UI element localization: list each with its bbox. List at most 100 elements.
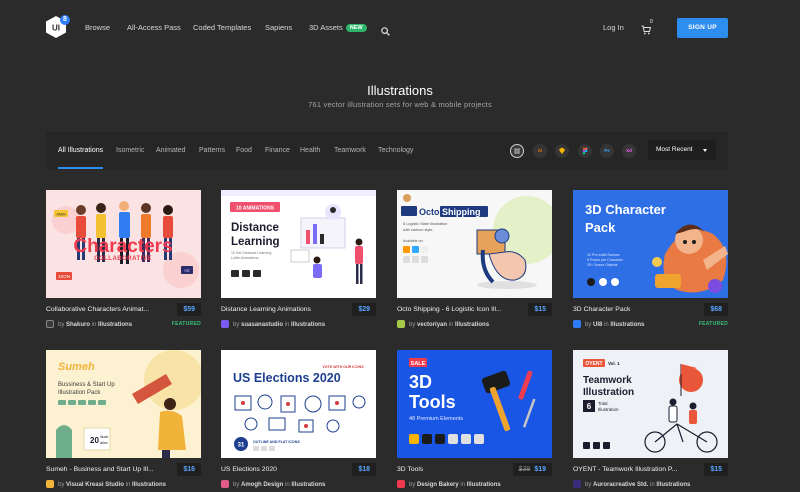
active-filter-indicator	[58, 167, 103, 169]
format-illustrator-icon[interactable]: Ai	[533, 144, 547, 158]
signup-button[interactable]: SIGN UP	[677, 18, 728, 38]
price-badge: $15	[528, 303, 552, 316]
product-card[interactable]: SALE 3D Tools 48 Premium Elements 3D Too…	[397, 350, 552, 490]
thumb-text: 6 Logistic State Illustration	[403, 222, 447, 226]
category-link[interactable]: Illustrations	[98, 322, 132, 328]
nav-coded-templates[interactable]: Coded Templates	[193, 23, 251, 32]
product-card[interactable]: Octo Shipping 6 Logistic State Illustrat…	[397, 190, 552, 330]
author-link[interactable]: Design Bakery	[417, 482, 459, 488]
author-link[interactable]: Auroracreative Std.	[593, 482, 648, 488]
nav-3d-assets-label: 3D Assets	[309, 23, 343, 32]
product-title[interactable]: 3D Tools	[397, 466, 517, 473]
product-thumbnail[interactable]: Octo Shipping 6 Logistic State Illustrat…	[397, 190, 552, 298]
format-photoshop-icon[interactable]: Ps	[600, 144, 614, 158]
chevron-down-icon	[703, 149, 707, 152]
product-thumbnail[interactable]: 3D Character Pack 10 Pre-build Scenes 9 …	[573, 190, 728, 298]
product-title[interactable]: 3D Character Pack	[573, 306, 693, 313]
avatar	[221, 320, 229, 328]
filter-isometric[interactable]: Isometric	[116, 147, 144, 154]
thumb-text: Octo	[419, 207, 440, 217]
author-link[interactable]: vectoriyan	[417, 322, 447, 328]
author-line: by UI8 in Illustrations	[573, 320, 644, 328]
avatar	[397, 480, 405, 488]
filter-patterns[interactable]: Patterns	[199, 147, 225, 154]
product-thumbnail[interactable]: Sumeh Bussiness & Start Up Illustration …	[46, 350, 201, 458]
page-title: Illustrations	[367, 83, 433, 98]
thumb-text: SALE	[411, 361, 426, 367]
thumb-text: Teamwork	[583, 375, 632, 386]
product-thumbnail[interactable]: US Elections 2020 VOTE WITH OUR ICONS 31…	[221, 350, 376, 458]
author-link[interactable]: UI8	[593, 322, 602, 328]
thumb-text: Available on:	[403, 239, 424, 243]
category-link[interactable]: Illustrations	[610, 322, 644, 328]
thumb-text: 9 Poses per Character	[587, 258, 624, 262]
product-title[interactable]: OYENT - Teamwork Illustration P...	[573, 466, 693, 473]
avatar	[46, 320, 54, 328]
author-link[interactable]: Shakuro	[66, 322, 90, 328]
original-price: $39	[518, 466, 531, 473]
featured-badge: FEATURED	[698, 321, 728, 327]
category-link[interactable]: Illustrations	[467, 482, 501, 488]
product-thumbnail[interactable]: Characters COLLABORATIVE JSON AE ANIM	[46, 190, 201, 298]
login-link[interactable]: Log In	[603, 23, 624, 32]
thumb-text: AE	[184, 268, 190, 273]
author-link[interactable]: Visual Kreasi Studio	[66, 482, 124, 488]
nav-all-access-pass[interactable]: All-Access Pass	[127, 23, 181, 32]
product-thumbnail[interactable]: SALE 3D Tools 48 Premium Elements	[397, 350, 552, 458]
thumb-text: Total	[598, 401, 608, 406]
product-thumbnail[interactable]: OYENT Vol. 1 Teamwork Illustration 6 Tot…	[573, 350, 728, 458]
category-link[interactable]: Illustrations	[291, 322, 325, 328]
category-link[interactable]: Illustrations	[455, 322, 489, 328]
price-badge: $68	[704, 303, 728, 316]
thumb-text: Illustration	[583, 387, 634, 398]
filter-technology[interactable]: Technology	[378, 147, 413, 154]
author-link[interactable]: Amogh Design	[241, 482, 283, 488]
product-card[interactable]: Characters COLLABORATIVE JSON AE ANIM Co…	[46, 190, 201, 330]
thumb-text: VOTE WITH OUR ICONS	[322, 365, 364, 369]
filter-finance[interactable]: Finance	[265, 147, 290, 154]
format-figma-icon[interactable]	[578, 144, 592, 158]
avatar	[46, 480, 54, 488]
author-link[interactable]: suasanastudio	[241, 322, 283, 328]
thumb-text: 48 Premium Elements	[409, 416, 463, 422]
product-thumbnail[interactable]: 10 ANIMATIONS Distance Learning 10 Set D…	[221, 190, 376, 298]
filter-food[interactable]: Food	[236, 147, 252, 154]
category-link[interactable]: Illustrations	[656, 482, 690, 488]
filter-health[interactable]: Health	[300, 147, 320, 154]
category-link[interactable]: Illustrations	[291, 482, 325, 488]
thumb-text: Illustration	[598, 407, 619, 412]
thumb-text: Learning	[231, 236, 280, 248]
nav-browse[interactable]: Browse	[85, 23, 110, 32]
sale-price: $19	[534, 466, 546, 473]
filter-teamwork[interactable]: Teamwork	[334, 147, 366, 154]
thumb-text: 3D Character	[585, 202, 666, 217]
nav-3d-assets[interactable]: 3D Assets NEW	[309, 23, 367, 32]
logo-text: UI	[52, 24, 60, 33]
product-title[interactable]: Octo Shipping - 6 Logistic Icon Ill...	[397, 306, 517, 313]
sort-dropdown[interactable]: Most Recent	[648, 140, 716, 160]
product-card[interactable]: 10 ANIMATIONS Distance Learning 10 Set D…	[221, 190, 376, 330]
product-title[interactable]: US Elections 2020	[221, 466, 341, 473]
thumb-text: Pack	[585, 220, 616, 235]
thumb-text: Sumeh	[58, 361, 95, 373]
product-title[interactable]: Collaborative Characters Animat...	[46, 306, 166, 313]
format-all-grid-icon[interactable]	[510, 144, 524, 158]
category-link[interactable]: Illustrations	[132, 482, 166, 488]
product-card[interactable]: Sumeh Bussiness & Start Up Illustration …	[46, 350, 201, 490]
ui8-logo[interactable]: UI 8	[46, 15, 70, 38]
thumb-text: COLLABORATIVE	[94, 256, 152, 262]
nav-sapiens[interactable]: Sapiens	[265, 23, 292, 32]
filter-animated[interactable]: Animated	[156, 147, 186, 154]
product-title[interactable]: Sumeh - Business and Start Up Ill...	[46, 466, 166, 473]
filter-all-illustrations[interactable]: All Illustrations	[58, 147, 103, 154]
product-card[interactable]: 3D Character Pack 10 Pre-build Scenes 9 …	[573, 190, 728, 330]
price-badge: $29	[352, 303, 376, 316]
thumb-text: OUTLINE AND FLAT ICONS	[253, 440, 300, 444]
format-xd-icon[interactable]: Xd	[622, 144, 636, 158]
thumb-text: 20	[90, 436, 99, 445]
product-title[interactable]: Distance Learning Animations	[221, 306, 341, 313]
format-sketch-icon[interactable]	[555, 144, 569, 158]
product-card[interactable]: US Elections 2020 VOTE WITH OUR ICONS 31…	[221, 350, 376, 490]
product-card[interactable]: OYENT Vol. 1 Teamwork Illustration 6 Tot…	[573, 350, 728, 490]
search-icon[interactable]	[381, 23, 390, 36]
